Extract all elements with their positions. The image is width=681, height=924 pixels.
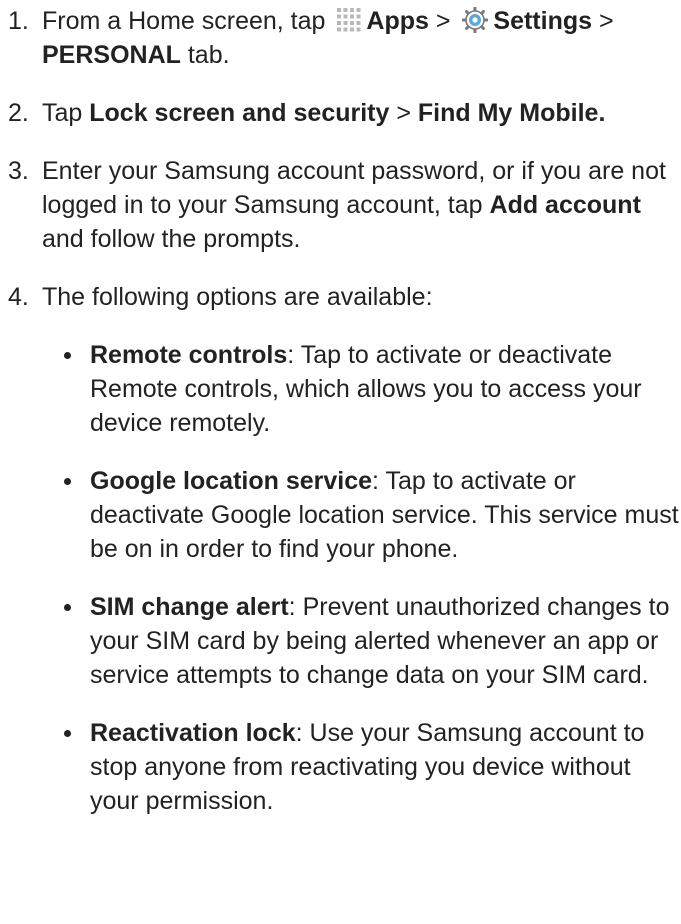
text-run: tab. [180, 41, 230, 69]
step-text: Tap Lock screen and security > Find My M… [42, 96, 679, 130]
text-run: > [428, 7, 458, 35]
apps-icon [337, 8, 361, 32]
text-run: The following options are available: [42, 283, 433, 311]
gear-icon [462, 7, 489, 33]
option-term: Google location service [90, 467, 373, 495]
option-term: Remote controls [90, 341, 288, 369]
text-run: and follow the prompts. [42, 225, 301, 253]
bold-term: Lock screen and security [89, 99, 390, 127]
step-number: 1. [8, 7, 29, 35]
step-text: The following options are available: [42, 280, 679, 314]
step-text: Enter your Samsung account password, or … [42, 154, 679, 256]
option-item: Google location service: Tap to activate… [42, 464, 679, 566]
text-run: From a Home screen, tap [42, 7, 333, 35]
steps-list: 1. From a Home screen, tap Apps > Setting… [0, 4, 681, 842]
bullet-icon [64, 604, 71, 611]
bold-term: Apps [366, 7, 429, 35]
step-number: 3. [8, 157, 29, 185]
bullet-icon [64, 478, 71, 485]
step-item: 4. The following options are available: Re… [0, 280, 681, 818]
manual-page: 1. From a Home screen, tap Apps > Setting… [0, 0, 681, 924]
bullet-icon [64, 352, 71, 359]
step-item: 1. From a Home screen, tap Apps > Setting… [0, 4, 681, 72]
bold-term: Find My Mobile. [417, 99, 606, 127]
option-item: Reactivation lock: Use your Samsung acco… [42, 716, 679, 818]
option-term: Reactivation lock [90, 719, 296, 747]
bullet-icon [64, 730, 71, 737]
step-number: 2. [8, 99, 29, 127]
option-item: Remote controls: Tap to activate or deac… [42, 338, 679, 440]
step-item: 2. Tap Lock screen and security > Find My… [0, 96, 681, 130]
bold-term: Settings [493, 7, 593, 35]
step-item: 3. Enter your Samsung account password, o… [0, 154, 681, 256]
options-list: Remote controls: Tap to activate or deac… [42, 338, 679, 818]
option-item: SIM change alert: Prevent unauthorized c… [42, 590, 679, 692]
step-text: From a Home screen, tap Apps > Settings … [42, 4, 679, 72]
option-term: SIM change alert [90, 593, 289, 621]
text-run: > [389, 99, 418, 127]
bold-term: PERSONAL [42, 41, 181, 69]
text-run: > [592, 7, 614, 35]
text-run: Tap [42, 99, 90, 127]
bold-term: Add account [489, 191, 641, 219]
step-number: 4. [8, 283, 29, 311]
